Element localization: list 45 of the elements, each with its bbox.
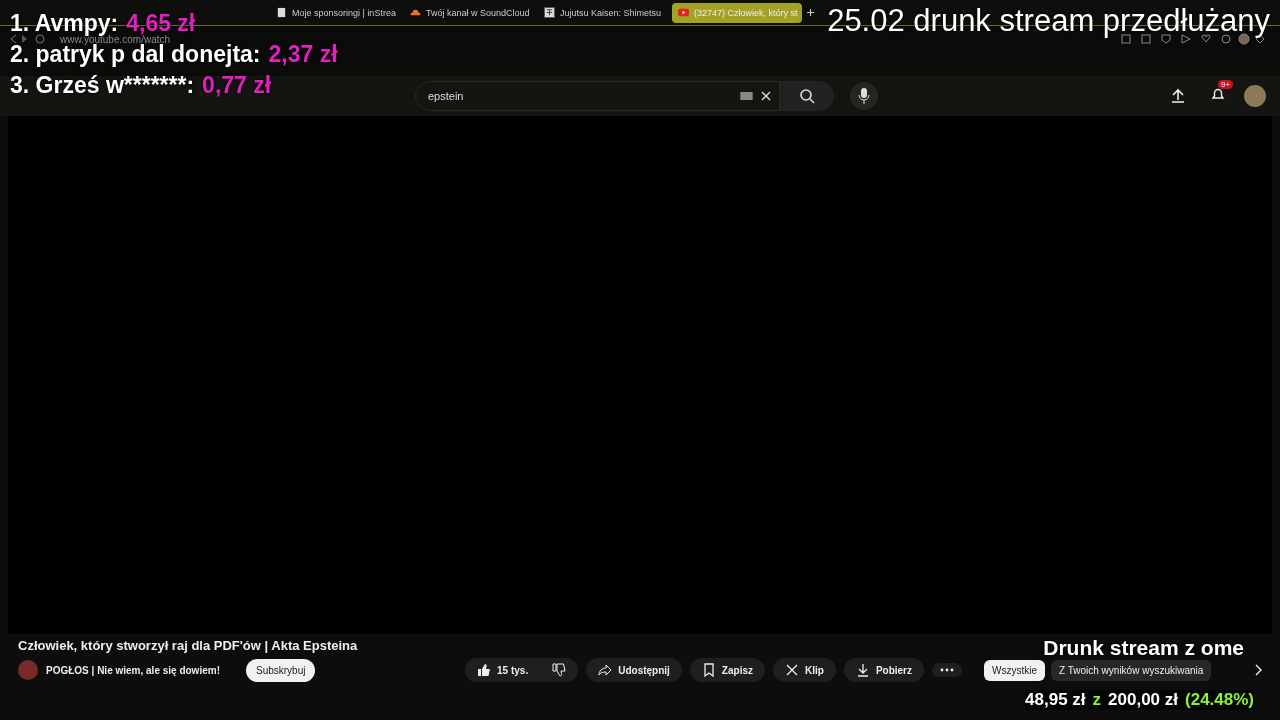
donor-name: 1. Avmpy: [10, 10, 119, 36]
donor-name: 3. Grześ w*******: [10, 72, 195, 99]
bell-icon[interactable] [1210, 86, 1226, 102]
browser-tab[interactable]: Jujutsu Kaisen: Shimetsu [538, 2, 668, 23]
bookmark-icon [701, 663, 716, 677]
download-button[interactable]: Pobierz [843, 658, 924, 682]
donation-amount: 2,37 zł [268, 41, 338, 68]
donation-amount: 4,65 zł [126, 10, 196, 36]
tile-icon [544, 7, 555, 18]
donation-amount: 0,77 zł [202, 72, 272, 99]
more-icon [940, 668, 954, 672]
microphone-icon [858, 88, 870, 104]
download-icon [855, 663, 870, 677]
goal-title: Drunk stream z ome [1043, 636, 1244, 660]
filter-chip[interactable]: Wszystkie [984, 659, 1045, 681]
thumbs-up-icon [477, 663, 492, 677]
chevron-right-icon[interactable] [1254, 664, 1262, 676]
cloud-icon [410, 7, 421, 18]
microphone-button[interactable] [850, 82, 878, 110]
goal-raised: 48,95 zł [1025, 690, 1086, 710]
clip-button[interactable]: Klip [773, 658, 836, 682]
upload-icon[interactable] [1170, 88, 1186, 104]
new-tab-icon[interactable] [806, 8, 815, 17]
share-icon [598, 663, 613, 677]
goal-separator: z [1092, 690, 1102, 710]
search-icon [799, 88, 815, 104]
channel-name[interactable]: POGŁOS | Nie wiem, ale się dowiem! [46, 664, 220, 676]
browser-tab[interactable]: Moje sponsoringi | inStrea [270, 2, 400, 23]
page-icon [276, 7, 287, 18]
stream-title: 25.02 drunk stream przedłużany [827, 3, 1270, 39]
goal-target: 200,00 zł [1108, 690, 1178, 710]
save-button[interactable]: Zapisz [689, 658, 765, 682]
filter-chip[interactable]: Z Twoich wyników wyszukiwania [1051, 659, 1212, 681]
goal-percent: (24.48%) [1185, 690, 1254, 710]
thumbs-down-icon [552, 663, 567, 677]
search-button[interactable] [780, 81, 834, 111]
close-icon[interactable] [761, 91, 771, 101]
video-title: Człowiek, który stworzył raj dla PDF'ów | Akta Epsteina [18, 638, 358, 653]
more-button[interactable] [932, 663, 962, 677]
subscribe-button[interactable]: Subskrybuj [245, 658, 316, 682]
notification-badge: 9+ [1218, 80, 1234, 89]
browser-tab[interactable]: Twój kanał w SoundCloud [404, 2, 534, 23]
play-icon [678, 7, 689, 18]
share-button[interactable]: Udostępnij [586, 658, 682, 682]
avatar[interactable] [1244, 85, 1266, 107]
